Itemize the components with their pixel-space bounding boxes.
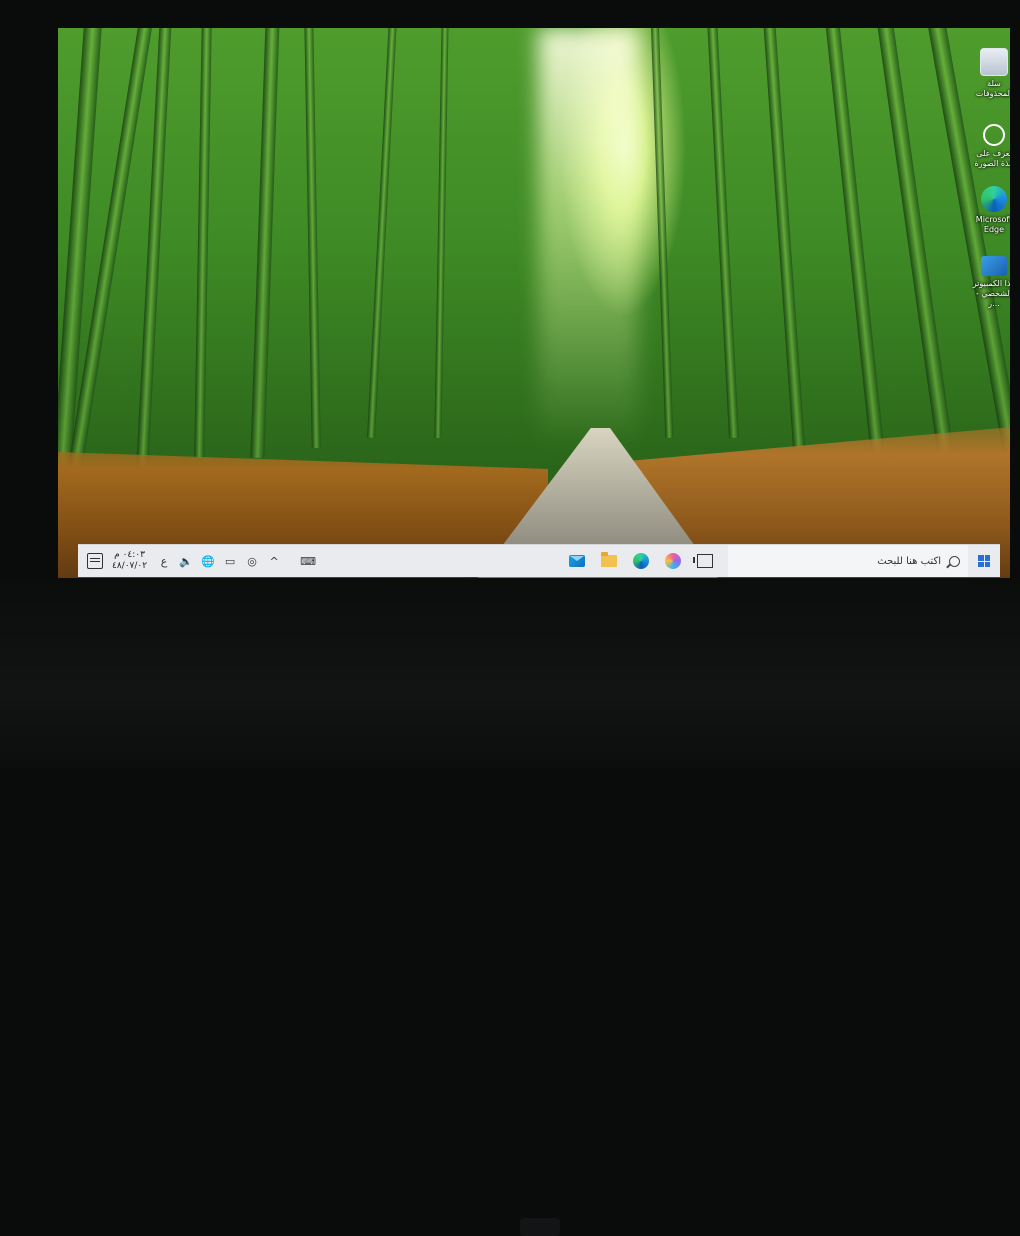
bamboo-trunk — [825, 28, 885, 458]
notification-center-button[interactable] — [84, 545, 106, 577]
bamboo-trunk — [434, 28, 449, 439]
chevron-up-icon: ^ — [269, 554, 279, 568]
copilot-button[interactable] — [660, 548, 686, 574]
bamboo-trunk — [194, 28, 212, 459]
bamboo-trunk — [304, 28, 321, 449]
desktop-icon-label: هذا الكمبيوتر الشخصي - ر... — [972, 279, 1010, 308]
pinned-apps — [564, 545, 718, 577]
bamboo-trunk — [650, 28, 674, 439]
file-explorer-icon — [601, 552, 617, 567]
network-button[interactable]: 🌐 — [197, 545, 219, 577]
start-button[interactable] — [968, 545, 1000, 577]
desktop-icon-label: سلة المحذوفات — [975, 79, 1010, 98]
desktop-screen: سلة المحذوفات تعرف على هذة الصورة Micros… — [58, 28, 1010, 578]
search-icon — [949, 555, 960, 567]
desktop-icon-this-pc[interactable]: هذا الكمبيوتر الشخصي - ر... — [970, 256, 1010, 309]
clock-date: ٤٨/٠٧/٠٢ — [112, 561, 148, 571]
recycle-bin-icon — [980, 48, 1008, 76]
tray-overflow-button[interactable]: ^ — [263, 545, 285, 577]
mail-icon — [569, 555, 585, 567]
edge-icon — [981, 186, 1007, 212]
light-glow — [538, 28, 638, 448]
search-input[interactable]: اكتب هنا للبحث — [728, 545, 968, 577]
task-view-button[interactable] — [692, 548, 718, 574]
keyboard-icon: ⌨ — [300, 554, 317, 568]
edge-app-button[interactable] — [628, 548, 654, 574]
mail-app-button[interactable] — [564, 548, 590, 574]
keyboard-indicator: ع — [160, 554, 168, 568]
copilot-icon — [665, 553, 681, 569]
volume-button[interactable]: 🔈 — [175, 545, 197, 577]
notification-icon — [87, 553, 103, 569]
desktop-icon-label: Microsoft Edge — [975, 215, 1010, 234]
globe-icon: 🌐 — [201, 554, 215, 568]
tray-app-button[interactable]: ◎ — [241, 545, 263, 577]
clock-time: ٠٤:٠٣ م — [114, 550, 145, 560]
system-tray: ٠٤:٠٣ م ٤٨/٠٧/٠٢ ع 🔈 🌐 ▭ ◎ ^ ⌨ — [78, 545, 319, 577]
windows-logo-icon — [978, 555, 990, 567]
desktop-icon-edge[interactable]: Microsoft Edge — [970, 186, 1010, 235]
identify-image-icon — [983, 124, 1005, 146]
edge-icon — [633, 553, 649, 569]
monitor-bezel — [0, 578, 1020, 1236]
battery-icon: ▭ — [224, 554, 236, 568]
keyboard-language-button[interactable]: ع — [153, 545, 175, 577]
taskbar: ٠٤:٠٣ م ٤٨/٠٧/٠٢ ع 🔈 🌐 ▭ ◎ ^ ⌨ اكتب هنا … — [78, 544, 1000, 577]
file-explorer-button[interactable] — [596, 548, 622, 574]
desktop-icon-identify-image[interactable]: تعرف على هذة الصورة — [970, 124, 1010, 169]
bamboo-trunk — [136, 28, 172, 469]
bamboo-trunk — [367, 28, 397, 438]
bamboo-trunk — [250, 28, 280, 459]
touch-keyboard-button[interactable]: ⌨ — [297, 545, 319, 577]
bamboo-trunk — [707, 28, 739, 438]
volume-icon: 🔈 — [179, 554, 193, 568]
task-view-icon — [693, 554, 713, 568]
desktop-icon-label: تعرف على هذة الصورة — [974, 149, 1010, 168]
bamboo-trunk — [763, 28, 805, 448]
monitor-logo — [520, 1218, 560, 1236]
desktop-icon-recycle-bin[interactable]: سلة المحذوفات — [970, 48, 1010, 99]
webcam-icon: ◎ — [247, 554, 257, 568]
this-pc-icon — [981, 256, 1007, 276]
clock-button[interactable]: ٠٤:٠٣ م ٤٨/٠٧/٠٢ — [106, 550, 153, 572]
battery-button[interactable]: ▭ — [219, 545, 241, 577]
search-placeholder: اكتب هنا للبحث — [877, 555, 941, 567]
